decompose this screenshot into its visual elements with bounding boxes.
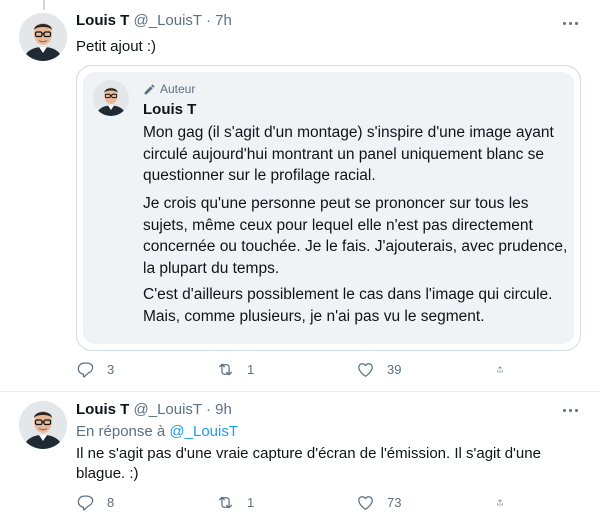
author-tag: Auteur bbox=[143, 81, 195, 97]
avatar[interactable] bbox=[19, 401, 67, 449]
tweet-text: Petit ajout :) bbox=[76, 38, 157, 55]
like-button[interactable]: 39 bbox=[356, 360, 466, 379]
quoted-paragraph: Je crois qu'une personne peut se prononc… bbox=[143, 195, 568, 277]
retweet-button[interactable]: 1 bbox=[216, 360, 326, 379]
quoted-display-name: Louis T bbox=[143, 101, 197, 118]
reply-count: 3 bbox=[107, 361, 115, 377]
reply-button[interactable]: 8 bbox=[76, 493, 186, 512]
reply-icon bbox=[77, 362, 94, 378]
share-icon bbox=[497, 498, 503, 505]
tweet-actions: 8 1 73 bbox=[76, 492, 516, 512]
reply-context: En réponse à @_LouisT bbox=[76, 422, 238, 442]
quoted-tweet-card[interactable]: Auteur Louis T Mon gag (il s'agit d'un m… bbox=[76, 65, 581, 351]
quoted-tweet-body: Auteur Louis T Mon gag (il s'agit d'un m… bbox=[83, 72, 574, 344]
separator: · bbox=[206, 12, 211, 29]
tweet-actions: 3 1 39 bbox=[76, 359, 516, 379]
user-handle[interactable]: @_LouisT bbox=[134, 12, 202, 29]
retweet-icon bbox=[218, 363, 233, 375]
like-count: 39 bbox=[387, 361, 402, 377]
quoted-paragraph: Mon gag (il s'agit d'un montage) s'inspi… bbox=[143, 124, 554, 184]
tweet[interactable]: Louis T @_LouisT · 9h En réponse à @_Lou… bbox=[0, 392, 600, 528]
like-count: 73 bbox=[387, 494, 402, 510]
retweet-icon bbox=[218, 496, 233, 508]
reply-handle-link[interactable]: @_LouisT bbox=[169, 423, 238, 440]
retweet-count: 1 bbox=[247, 494, 255, 510]
tweet-header: Louis T @_LouisT · 9h bbox=[76, 400, 232, 420]
heart-icon bbox=[358, 495, 373, 510]
timestamp[interactable]: 9h bbox=[215, 401, 232, 418]
retweet-button[interactable]: 1 bbox=[216, 493, 326, 512]
thread-line bbox=[43, 0, 45, 10]
share-button[interactable] bbox=[496, 493, 516, 512]
reply-icon bbox=[77, 495, 94, 511]
display-name[interactable]: Louis T bbox=[76, 401, 129, 418]
tweet-header: Louis T @_LouisT · 7h bbox=[76, 11, 232, 31]
like-button[interactable]: 73 bbox=[356, 493, 466, 512]
tweet[interactable]: Louis T @_LouisT · 7h Petit ajout :) Aut… bbox=[0, 0, 600, 392]
share-button[interactable] bbox=[496, 360, 516, 379]
pencil-icon bbox=[144, 84, 155, 94]
avatar[interactable] bbox=[19, 13, 67, 61]
quoted-paragraph: C'est d'ailleurs possiblement le cas dan… bbox=[143, 286, 553, 325]
more-icon[interactable] bbox=[558, 13, 582, 33]
more-icon[interactable] bbox=[558, 400, 582, 420]
reply-prefix: En réponse à bbox=[76, 423, 166, 440]
user-handle[interactable]: @_LouisT bbox=[134, 401, 202, 418]
reply-count: 8 bbox=[107, 494, 115, 510]
retweet-count: 1 bbox=[247, 361, 255, 377]
share-icon bbox=[497, 365, 503, 372]
author-tag-label: Auteur bbox=[160, 82, 196, 96]
avatar bbox=[93, 80, 129, 116]
display-name[interactable]: Louis T bbox=[76, 12, 129, 29]
tweet-text: Il ne s'agit pas d'une vraie capture d'é… bbox=[76, 445, 541, 482]
separator: · bbox=[206, 401, 211, 418]
reply-button[interactable]: 3 bbox=[76, 360, 186, 379]
heart-icon bbox=[358, 362, 373, 377]
timestamp[interactable]: 7h bbox=[215, 12, 232, 29]
